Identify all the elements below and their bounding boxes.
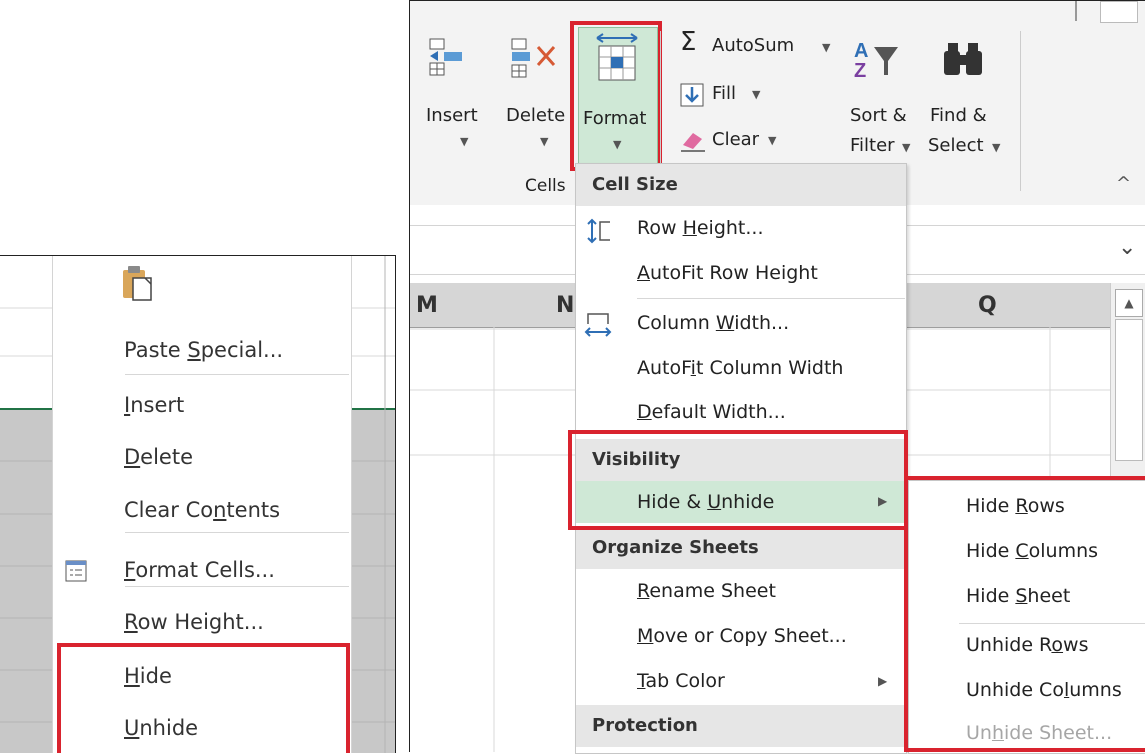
format-cells-icon — [65, 560, 87, 582]
menu-item-clear-contents[interactable]: Clear Contents — [124, 498, 280, 522]
menu-item-tab-color[interactable]: Tab Color — [637, 670, 725, 692]
highlight-hide-unhide — [57, 643, 350, 753]
eraser-icon — [681, 133, 705, 152]
left-context-menu-panel: Paste Special... Insert Delete Clear Con… — [0, 255, 396, 753]
menu-item-paste-special[interactable]: Paste Special... — [124, 338, 283, 362]
column-header-m[interactable]: M — [416, 293, 438, 318]
row-height-icon — [587, 218, 610, 244]
menu-item-autofit-column-width[interactable]: AutoFit Column Width — [637, 357, 843, 379]
find-select-button[interactable]: Find & Select ▼ — [928, 35, 1008, 165]
group-label-cells: Cells — [525, 176, 566, 196]
menu-item-column-width[interactable]: Column Width... — [637, 312, 789, 334]
menu-item-row-height[interactable]: Row Height... — [637, 217, 764, 239]
column-header-n[interactable]: N — [556, 293, 574, 318]
scroll-up-icon[interactable]: ▲ — [1115, 289, 1143, 317]
insert-button[interactable]: Insert ▼ — [420, 31, 490, 156]
insert-cells-icon — [429, 38, 462, 76]
sort-filter-button[interactable]: A Z Sort & Filter ▼ — [848, 35, 918, 165]
menu-item-move-copy-sheet[interactable]: Move or Copy Sheet... — [637, 625, 847, 647]
highlight-format-button — [570, 21, 662, 171]
expand-formula-bar-icon[interactable]: ⌄ — [1118, 235, 1136, 260]
fill-down-icon — [680, 83, 704, 107]
menu-item-format-cells[interactable]: Format Cells... — [124, 558, 275, 582]
column-header-q[interactable]: Q — [978, 293, 997, 318]
delete-button[interactable]: Delete ▼ — [502, 31, 572, 156]
autosum-icon: Σ — [680, 27, 697, 57]
menu-item-delete[interactable]: Delete — [124, 445, 193, 469]
menu-item-default-width[interactable]: Default Width... — [637, 401, 786, 423]
paste-icon[interactable] — [121, 264, 155, 304]
section-header-organize-sheets: Organize Sheets — [576, 527, 906, 569]
menu-item-autofit-row-height[interactable]: AutoFit Row Height — [637, 262, 818, 284]
section-header-cell-size: Cell Size — [576, 164, 906, 206]
delete-cells-icon — [511, 38, 556, 78]
svg-text:Z: Z — [854, 60, 866, 79]
menu-item-rename-sheet[interactable]: Rename Sheet — [637, 580, 776, 602]
highlight-submenu — [904, 476, 1145, 752]
svg-text:A: A — [854, 40, 868, 62]
scrollbar-thumb[interactable] — [1115, 319, 1143, 461]
sort-az-icon: A Z — [854, 40, 898, 79]
section-header-protection: Protection — [576, 705, 906, 747]
collapse-ribbon-icon[interactable]: ^ — [1116, 173, 1131, 194]
menu-item-insert[interactable]: Insert — [124, 393, 184, 417]
tab-color-arrow-icon: ▶ — [878, 674, 888, 688]
menu-item-row-height[interactable]: Row Height... — [124, 610, 264, 634]
binoculars-icon — [944, 43, 982, 75]
highlight-visibility — [568, 430, 908, 530]
column-width-icon — [584, 313, 612, 337]
